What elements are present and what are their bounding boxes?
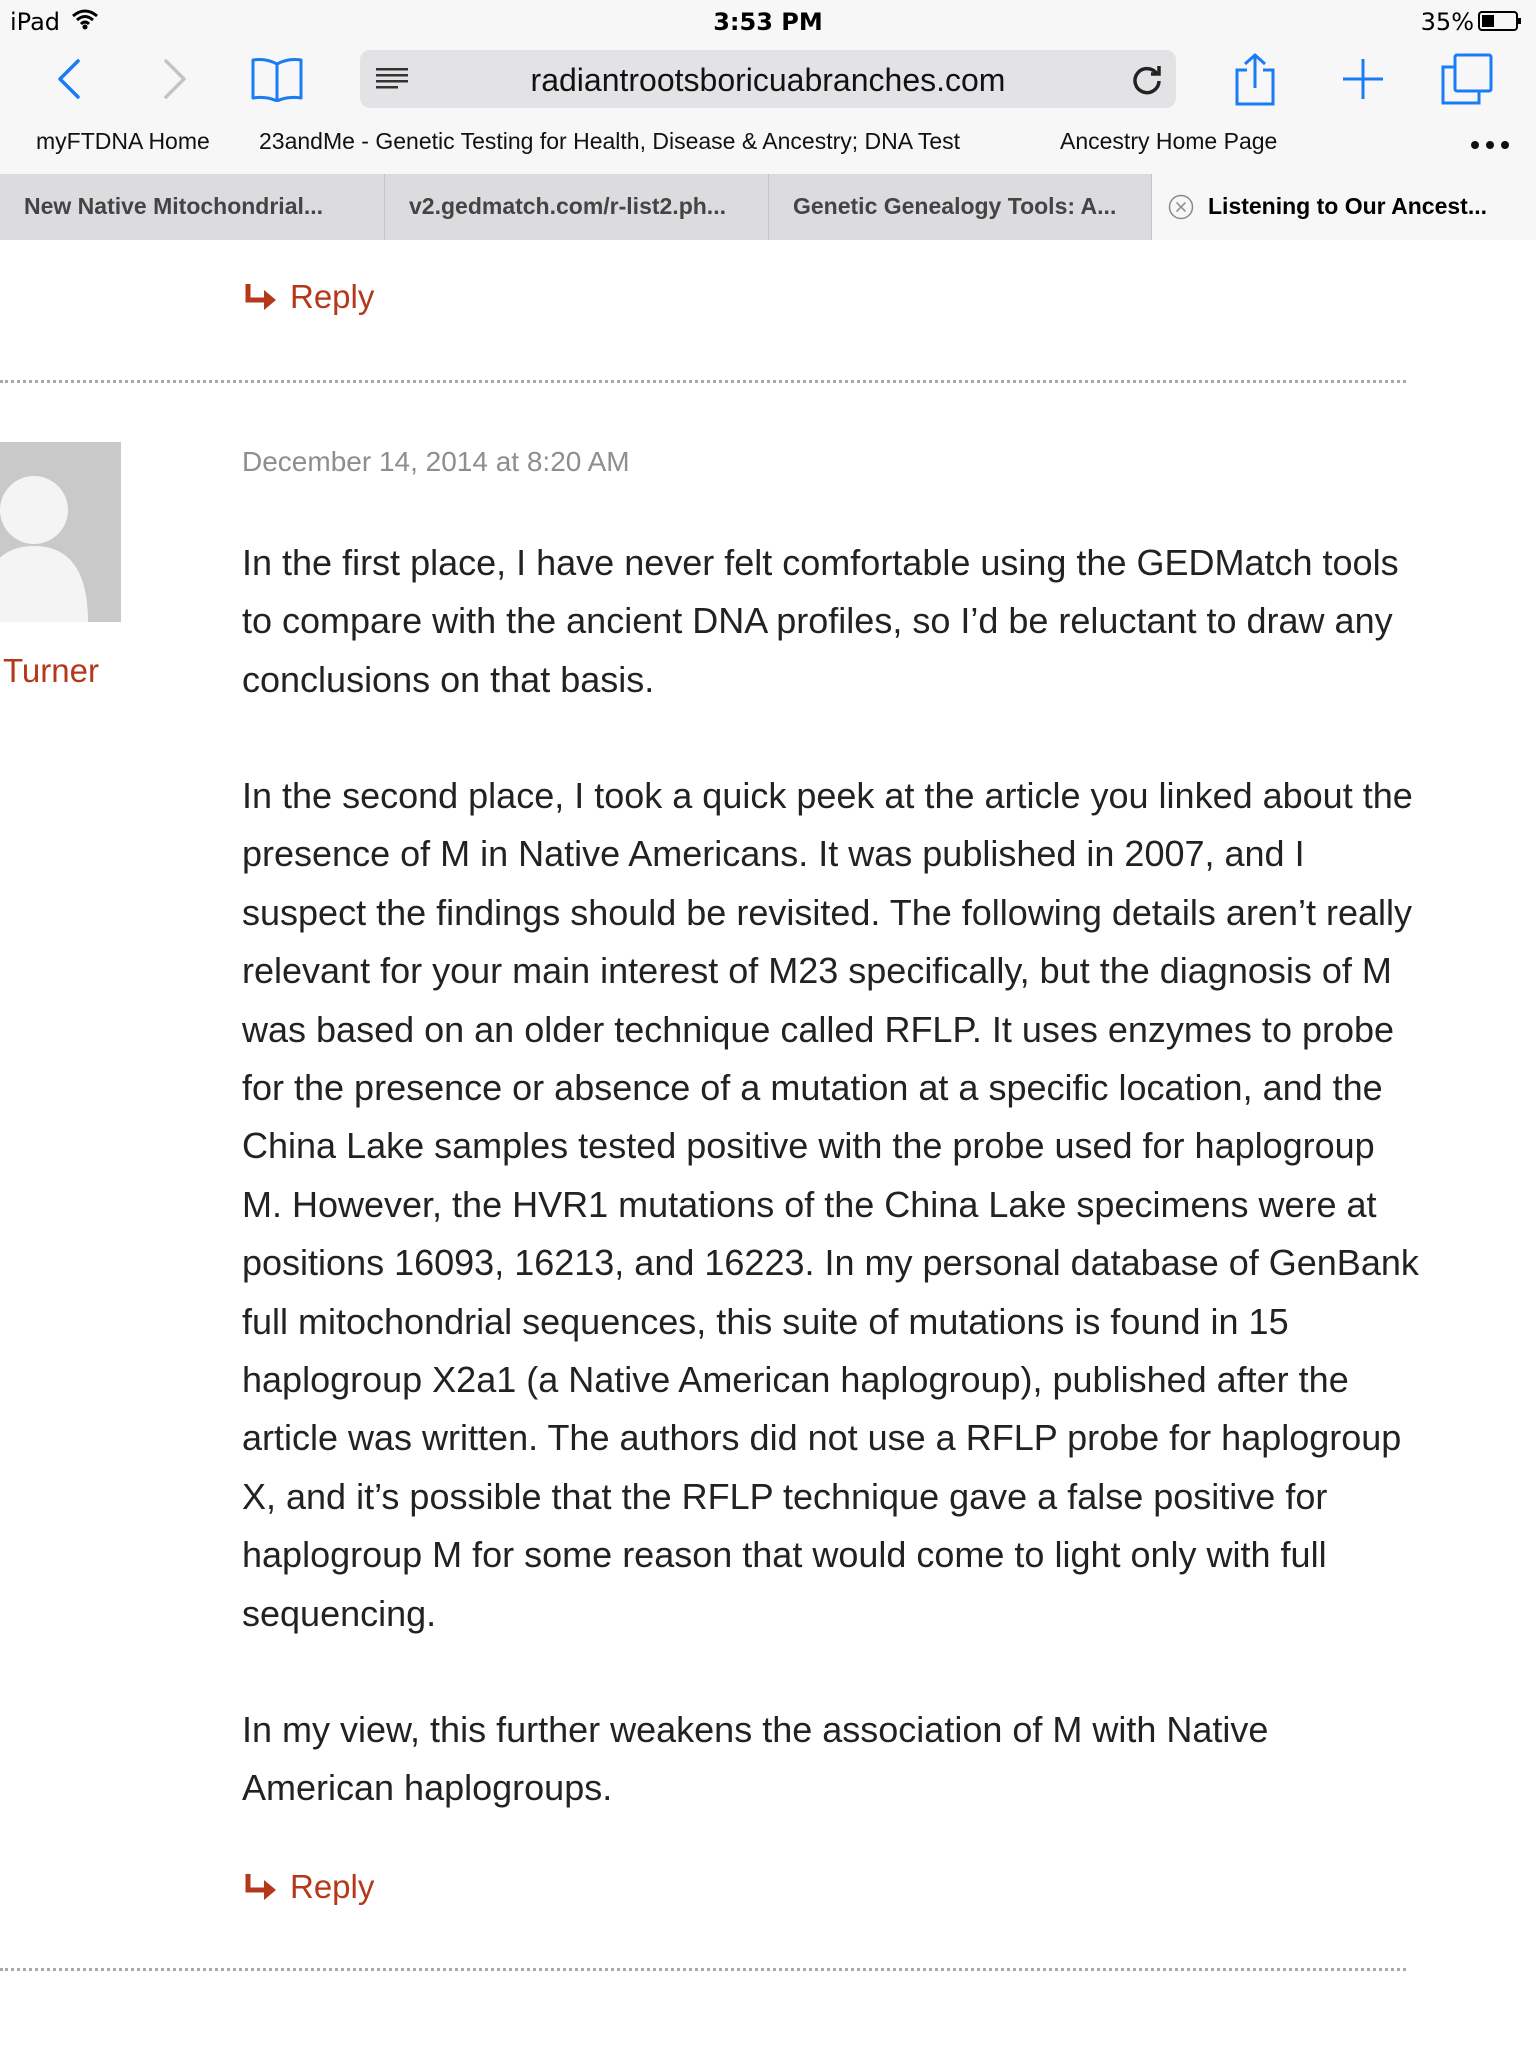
tab-label: v2.gedmatch.com/r-list2.ph... [409,193,726,219]
plus-icon [1343,59,1383,99]
share-button[interactable] [1228,52,1282,106]
tabs-button[interactable] [1440,52,1494,106]
bookmark-myftdna[interactable]: myFTDNA Home [36,128,210,155]
bookmarks-button[interactable] [250,52,304,106]
status-time: 3:53 PM [713,8,823,36]
address-bar[interactable]: radiantrootsboricuabranches.com [360,50,1176,108]
browser-chrome: iPad 3:53 PM 35% radiantrootsboricuabran… [0,0,1536,240]
bookmark-23andme[interactable]: 23andMe - Genetic Testing for Health, Di… [259,128,960,155]
new-tab-button[interactable] [1336,52,1390,106]
comment-divider [0,1968,1406,1971]
reply-label: Reply [290,1868,375,1905]
comment-divider [0,380,1406,383]
comment-paragraph: In the second place, I took a quick peek… [242,775,1419,1634]
tab-strip: New Native Mitochondrial... v2.gedmatch.… [0,174,1536,240]
reply-label: Reply [290,278,375,315]
reply-link[interactable]: Reply [244,278,374,316]
status-bar: iPad 3:53 PM 35% [0,0,1536,42]
more-icon[interactable] [1470,140,1510,150]
comment-paragraph: In my view, this further weakens the ass… [242,1709,1269,1809]
tab-label: Listening to Our Ancest... [1208,193,1487,219]
comment-author[interactable]: Turner [3,652,99,690]
battery-percent: 35% [1420,8,1474,36]
battery-icon [1478,11,1521,31]
tab-genetic-genealogy-tools[interactable]: Genetic Genealogy Tools: A... [769,174,1152,240]
reply-arrow-icon [245,284,276,310]
reply-link[interactable]: Reply [244,1868,374,1906]
tab-native-mitochondrial[interactable]: New Native Mitochondrial... [0,174,385,240]
tab-label: New Native Mitochondrial... [24,193,324,219]
share-icon [1235,53,1275,106]
user-silhouette-icon [0,442,121,622]
comment-paragraph: In the first place, I have never felt co… [242,542,1399,700]
chevron-right-icon [164,59,186,99]
tab-listening-to-our-ancestors[interactable]: Listening to Our Ancest... [1152,174,1536,240]
bookmarks-bar: myFTDNA Home 23andMe - Genetic Testing f… [0,124,1536,164]
back-button[interactable] [42,52,96,106]
browser-toolbar: radiantrootsboricuabranches.com [0,42,1536,114]
comment-date[interactable]: December 14, 2014 at 8:20 AM [242,446,630,478]
reload-icon[interactable] [1130,62,1164,96]
tab-label: Genetic Genealogy Tools: A... [793,193,1117,219]
chevron-left-icon [58,59,80,99]
url-text[interactable]: radiantrootsboricuabranches.com [420,62,1116,99]
bookmark-ancestry[interactable]: Ancestry Home Page [1060,128,1277,155]
reader-view-icon[interactable] [376,67,408,91]
tabs-icon [1441,53,1493,105]
book-icon [251,58,303,102]
reply-arrow-icon [245,1874,276,1900]
tab-gedmatch[interactable]: v2.gedmatch.com/r-list2.ph... [385,174,769,240]
avatar [0,442,121,622]
forward-button[interactable] [148,52,202,106]
page-content: Reply Turner December 14, 2014 at 8:20 A… [0,240,1536,2048]
close-icon[interactable] [1168,194,1194,220]
